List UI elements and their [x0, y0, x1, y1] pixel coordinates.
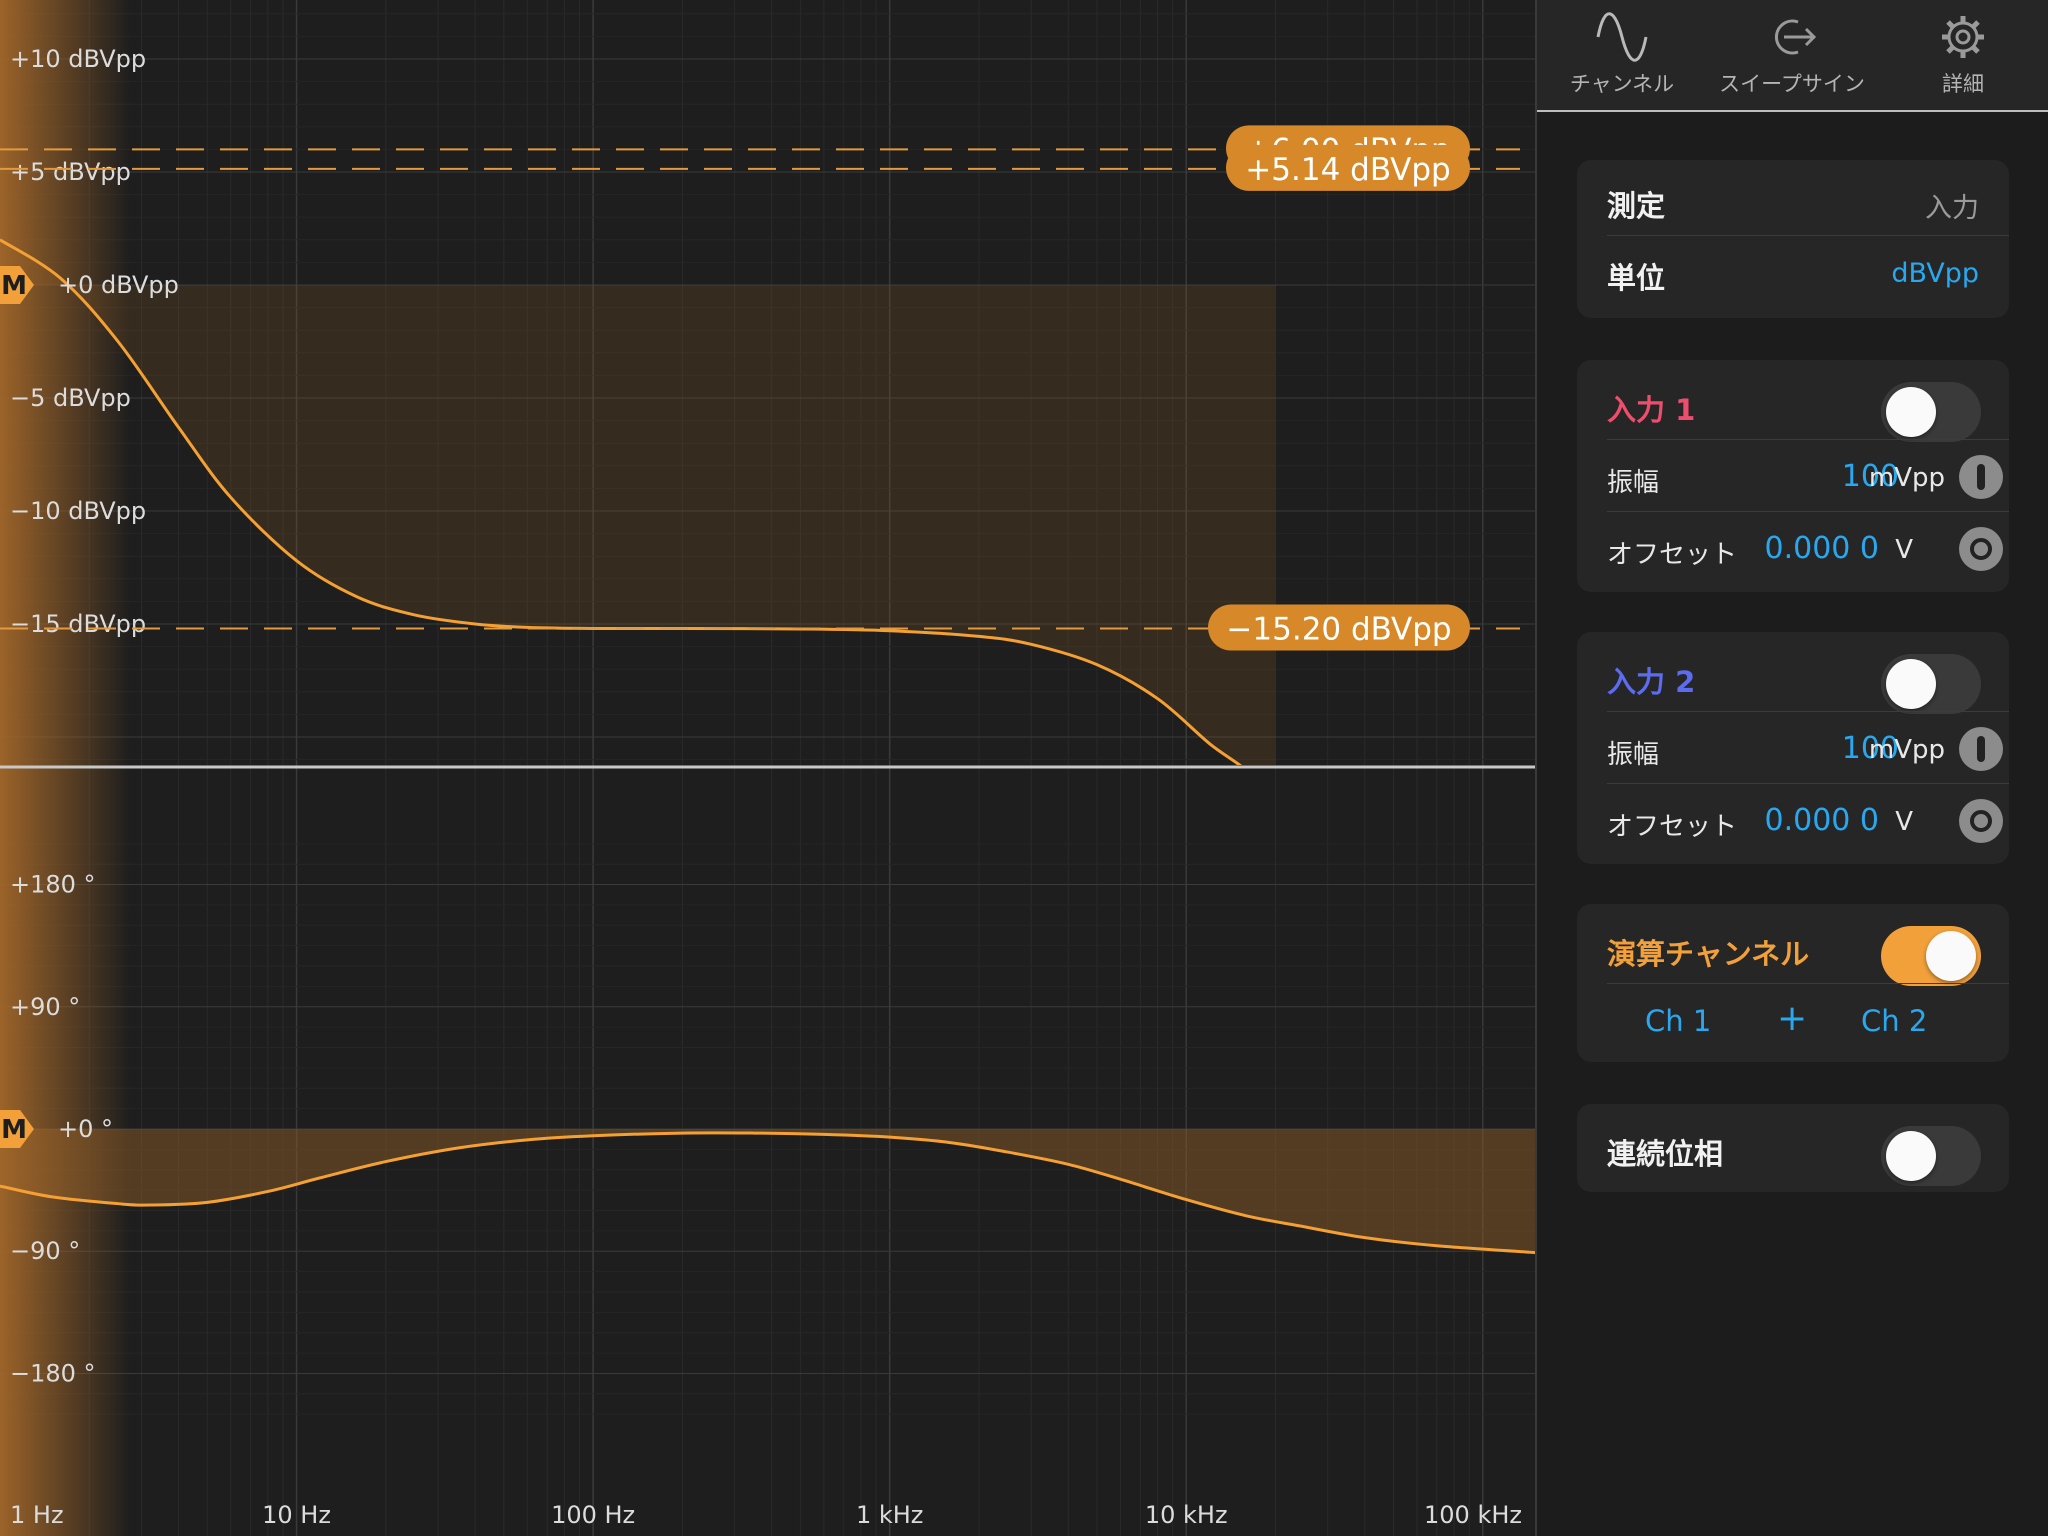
amplitude-label: 振幅	[1607, 468, 1660, 498]
x-tick-label: 100 kHz	[1424, 1501, 1522, 1529]
y-tick-label: −180 °	[10, 1359, 96, 1387]
tab-details[interactable]: 詳細	[1878, 6, 2048, 106]
y-tick-label: −5 dBVpp	[10, 384, 131, 412]
unit-row[interactable]: 単位 dBVpp	[1577, 236, 2009, 308]
offset-label: オフセット	[1607, 540, 1738, 570]
input2-offset-row: オフセット 0.000 0 V	[1577, 784, 2009, 856]
math-channel-card: 演算チャンネル Ch 1 + Ch 2	[1577, 904, 2009, 1062]
tab-sweep-sine[interactable]: スイープサイン	[1707, 6, 1877, 106]
input2-offset-knob[interactable]	[1959, 799, 2003, 843]
y-tick-label: −15 dBVpp	[10, 610, 146, 638]
input2-offset-value[interactable]: 0.000 0	[1764, 803, 1879, 838]
gear-icon	[1942, 16, 1984, 58]
input1-amplitude-unit: mVpp	[1868, 463, 1945, 493]
continuous-phase-row: 連続位相	[1577, 1112, 2009, 1186]
measure-label: 測定	[1607, 189, 1666, 223]
tab-label: 詳細	[1942, 72, 1984, 96]
sine-wave-icon	[1596, 12, 1648, 62]
input2-amplitude-knob[interactable]	[1959, 727, 2003, 771]
magnitude-marker-label: M	[1, 271, 27, 301]
offset-label: オフセット	[1607, 812, 1738, 842]
magnitude-fill	[0, 239, 1276, 765]
measurement-card: 測定 入力 単位 dBVpp	[1577, 160, 2009, 318]
tab-label: スイープサイン	[1719, 72, 1865, 96]
math-operand2[interactable]: Ch 2	[1861, 1004, 1927, 1038]
input2-header-row: 入力 2	[1577, 640, 2009, 714]
input1-offset-row: オフセット 0.000 0 V	[1577, 512, 2009, 584]
input1-header-row: 入力 1	[1577, 368, 2009, 442]
x-tick-label: 1 Hz	[10, 1501, 64, 1529]
x-tick-label: 10 kHz	[1145, 1501, 1228, 1529]
input1-toggle[interactable]	[1881, 382, 1981, 442]
x-tick-label: 10 Hz	[262, 1501, 331, 1529]
frequency-response-chart[interactable]: +10 dBVpp +5 dBVpp +0 dBVpp −5 dBVpp −10 dBV…	[0, 0, 1535, 1536]
x-tick-label: 100 Hz	[551, 1501, 635, 1529]
input1-amplitude-knob[interactable]	[1959, 455, 2003, 499]
y-tick-label: +0 dBVpp	[58, 271, 179, 299]
input2-amplitude-unit: mVpp	[1868, 735, 1945, 765]
continuous-phase-card: 連続位相	[1577, 1104, 2009, 1192]
input1-offset-value[interactable]: 0.000 0	[1764, 531, 1879, 566]
y-tick-label: +90 °	[10, 993, 80, 1021]
math-toggle[interactable]	[1881, 926, 1981, 986]
cursor-badge[interactable]: −15.20 dBVpp	[1208, 604, 1470, 651]
math-header-row: 演算チャンネル	[1577, 912, 2009, 986]
cursor-value: +5.14 dBVpp	[1245, 152, 1450, 188]
measure-value[interactable]: 入力	[1925, 186, 1979, 225]
tab-channel[interactable]: チャンネル	[1537, 6, 1707, 106]
y-tick-label: −10 dBVpp	[10, 497, 146, 525]
continuous-phase-label: 連続位相	[1607, 1137, 1724, 1171]
unit-value[interactable]: dBVpp	[1891, 258, 1979, 289]
math-title: 演算チャンネル	[1607, 937, 1810, 971]
y-tick-label: +10 dBVpp	[10, 45, 146, 73]
unit-label: 単位	[1607, 261, 1666, 295]
input1-title: 入力 1	[1607, 393, 1696, 427]
measure-row[interactable]: 測定 入力	[1577, 164, 2009, 236]
input2-offset-unit: V	[1895, 807, 1913, 837]
input2-card: 入力 2 振幅 100 mVpp オフセット 0.000 0 V	[1577, 632, 2009, 864]
x-tick-label: 1 kHz	[856, 1501, 923, 1529]
settings-panel: チャンネル スイープサイン 詳細 測定 入力 単位 dBVpp 入力 1 振幅 …	[1537, 0, 2048, 1536]
math-expression-row: Ch 1 + Ch 2	[1577, 984, 2009, 1056]
y-tick-label: −90 °	[10, 1237, 80, 1265]
input1-offset-knob[interactable]	[1959, 527, 2003, 571]
input1-card: 入力 1 振幅 100 mVpp オフセット 0.000 0 V	[1577, 360, 2009, 592]
input2-toggle[interactable]	[1881, 654, 1981, 714]
input2-amplitude-row: 振幅 100 mVpp	[1577, 712, 2009, 784]
input2-title: 入力 2	[1607, 665, 1696, 699]
math-operator[interactable]: +	[1777, 998, 1807, 1039]
cursor-badge[interactable]: +5.14 dBVpp	[1226, 144, 1470, 191]
sweep-arrow-icon	[1775, 19, 1817, 55]
continuous-phase-toggle[interactable]	[1881, 1126, 1981, 1186]
input1-offset-unit: V	[1895, 535, 1913, 565]
tab-label: チャンネル	[1569, 72, 1675, 96]
tab-bar: チャンネル スイープサイン 詳細	[1537, 0, 2048, 112]
amplitude-label: 振幅	[1607, 740, 1660, 770]
phase-fill	[0, 1129, 1535, 1253]
y-tick-label: +180 °	[10, 871, 96, 899]
phase-marker-label: M	[1, 1115, 27, 1145]
y-tick-label: +5 dBVpp	[10, 158, 131, 186]
cursor-value: −15.20 dBVpp	[1226, 612, 1451, 648]
plot-area[interactable]: +10 dBVpp +5 dBVpp +0 dBVpp −5 dBVpp −10 dBV…	[0, 0, 1535, 1536]
y-tick-label: +0 °	[58, 1115, 113, 1143]
math-operand1[interactable]: Ch 1	[1645, 1004, 1711, 1038]
input1-amplitude-row: 振幅 100 mVpp	[1577, 440, 2009, 512]
